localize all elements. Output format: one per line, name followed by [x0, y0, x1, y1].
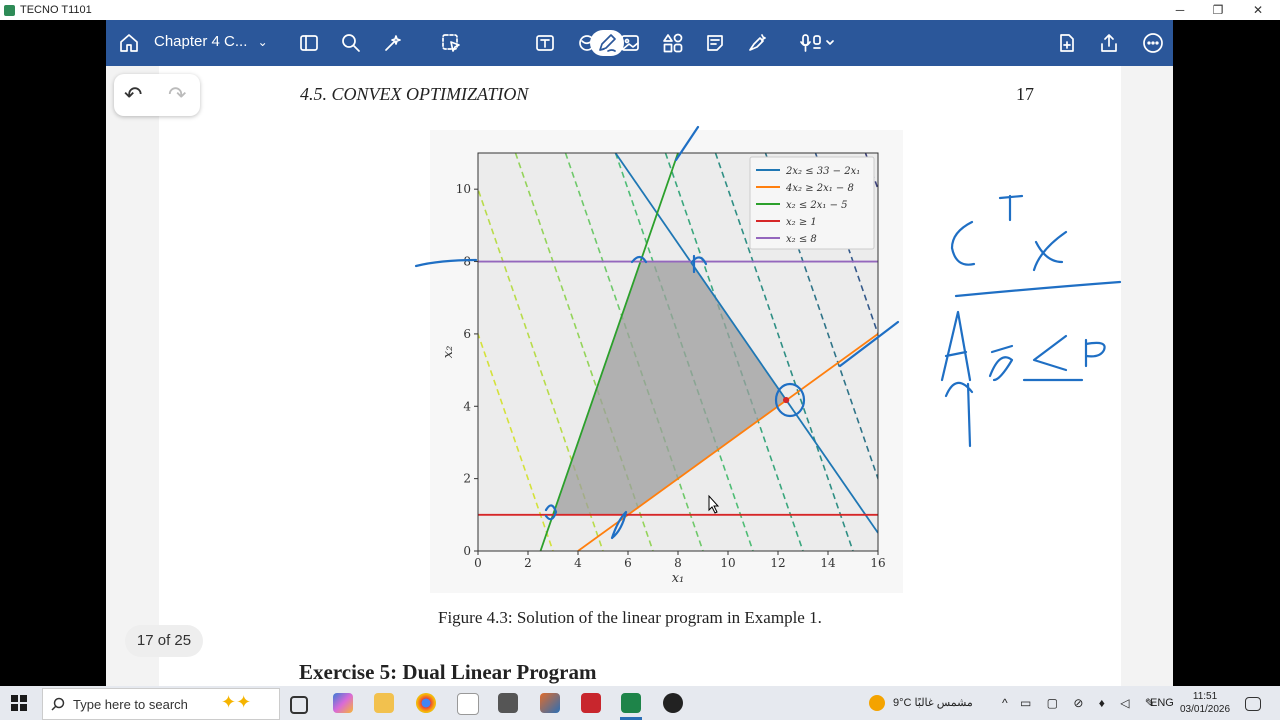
copilot-app-icon[interactable]: [333, 693, 353, 713]
x-tick-label: 14: [820, 556, 836, 570]
running-head: 4.5. CONVEX OPTIMIZATION: [300, 84, 529, 104]
chevron-down-icon: ⌄: [257, 35, 268, 49]
document-title[interactable]: Chapter 4 C... ⌄: [154, 33, 268, 50]
x-tick-label: 6: [624, 556, 632, 570]
task-view-icon[interactable]: [290, 696, 308, 714]
selection-icon: [442, 34, 460, 52]
undo-button[interactable]: ↶: [124, 82, 142, 108]
clock[interactable]: 11:51 03/01/2026: [1180, 690, 1230, 716]
y-tick-label: 8: [463, 255, 471, 269]
search-placeholder: Type here to search: [73, 696, 188, 712]
matlab-icon[interactable]: [540, 693, 560, 713]
highlighter-icon: [749, 34, 766, 51]
copilot-sparkle-icon[interactable]: ✦✦: [221, 692, 251, 713]
add-page-button[interactable]: [1054, 30, 1080, 56]
exercise-heading: Exercise 5: Dual Linear Program: [299, 660, 597, 684]
mathtype-icon[interactable]: [457, 693, 479, 715]
x-tick-label: 10: [720, 556, 735, 570]
legend-label: 2x₂ ≤ 33 − 2x₁: [785, 166, 860, 177]
legend-label: x₂ ≤ 2x₁ − 5: [786, 200, 848, 211]
weather-icon[interactable]: [869, 695, 885, 711]
optimum-point: [783, 397, 790, 404]
weather-text[interactable]: 9°C مشمس غالبًا: [893, 686, 973, 720]
calculator-icon[interactable]: [498, 693, 518, 713]
y-tick-label: 4: [463, 399, 471, 413]
home-icon: [120, 34, 138, 52]
shapes-button[interactable]: [574, 30, 600, 56]
notifications-icon[interactable]: [1245, 697, 1261, 711]
panel-icon: [300, 35, 318, 51]
chrome-icon[interactable]: [416, 693, 436, 713]
x-tick-label: 12: [770, 556, 785, 570]
more-icon: [1143, 33, 1163, 53]
page-indicator: 17 of 25: [125, 625, 203, 657]
system-tray-icons[interactable]: ▭ ▢ ⊘ ♦ ◁ ✎: [1020, 686, 1161, 720]
notes-app-icon[interactable]: [621, 693, 641, 713]
search-button[interactable]: [338, 30, 364, 56]
x-tick-label: 16: [870, 556, 885, 570]
add-page-icon: [1060, 34, 1074, 52]
app-icon: [4, 4, 15, 16]
x-tick-label: 8: [674, 556, 682, 570]
tray-overflow-icon[interactable]: ^: [1002, 686, 1008, 720]
search-icon: [51, 697, 65, 711]
windows-start-icon[interactable]: [11, 695, 27, 711]
redo-button[interactable]: ↷: [168, 82, 186, 108]
shapes-icon: [579, 35, 595, 51]
lp-chart: 0 2 4 6 8 10 12 14 16 0 2 4 6 8 10 x₁ x₂ 2x₂ ≤ 33 − 2x₁ 4x…: [441, 152, 886, 586]
note-icon: [707, 35, 723, 51]
elements-button[interactable]: [660, 30, 686, 56]
y-tick-label: 10: [456, 182, 471, 196]
close-button[interactable]: ✕: [1240, 0, 1276, 20]
y-tick-label: 0: [463, 544, 471, 558]
x-axis-label: x₁: [672, 571, 685, 586]
sidebar-toggle-button[interactable]: [296, 30, 322, 56]
legend-label: 4x₂ ≥ 2x₁ − 8: [785, 183, 854, 194]
page-number: 17: [1016, 84, 1034, 104]
more-options-button[interactable]: [1140, 30, 1166, 56]
y-axis-label: x₂: [441, 346, 456, 359]
sticky-note-button[interactable]: [702, 30, 728, 56]
legend-label: x₂ ≥ 1: [786, 217, 817, 228]
search-icon: [342, 34, 360, 52]
clock-time: 11:51: [1192, 691, 1218, 702]
ai-pen-button[interactable]: [380, 30, 406, 56]
window-titlebar: TECNO T1101 ─ ❐ ✕: [0, 0, 1280, 20]
text-tool-button[interactable]: [532, 30, 558, 56]
legend-label: x₂ ≤ 8: [786, 234, 817, 245]
select-button[interactable]: [438, 30, 464, 56]
figure-4-3: 0 2 4 6 8 10 12 14 16 0 2 4 6 8 10 x₁ x₂ 2x₂ ≤ 33 − 2x₁ 4x…: [430, 130, 903, 593]
x-tick-label: 4: [574, 556, 582, 570]
app-toolbar: Chapter 4 C... ⌄: [106, 20, 1173, 66]
figure-caption: Figure 4.3: Solution of the linear progr…: [438, 608, 822, 627]
clock-date: 03/01/2026: [1180, 704, 1231, 715]
window-title: TECNO T1101: [20, 4, 92, 16]
taskbar-search[interactable]: Type here to search ✦✦: [42, 688, 280, 720]
highlighter-button[interactable]: [744, 30, 770, 56]
language-indicator[interactable]: ENG: [1150, 686, 1174, 720]
x-tick-label: 2: [524, 556, 532, 570]
share-button[interactable]: [1096, 30, 1122, 56]
image-button[interactable]: [617, 30, 643, 56]
microphone-icon: [800, 34, 834, 52]
image-icon: [621, 35, 639, 51]
y-tick-label: 2: [463, 472, 471, 486]
audio-button[interactable]: [798, 30, 838, 56]
sparkle-pen-icon: [385, 35, 401, 51]
text-box-icon: [536, 35, 554, 51]
share-icon: [1101, 34, 1117, 52]
file-explorer-icon[interactable]: [374, 693, 394, 713]
windows-taskbar: Type here to search ✦✦ 9°C مشمس غالبًا ^…: [0, 686, 1280, 720]
restore-button[interactable]: ❐: [1200, 0, 1236, 20]
x-tick-label: 0: [474, 556, 482, 570]
document-title-text: Chapter 4 C...: [154, 33, 248, 50]
zotero-icon[interactable]: [581, 693, 601, 713]
elements-icon: [663, 33, 683, 53]
home-button[interactable]: [116, 30, 142, 56]
undo-redo-panel: ↶ ↷: [114, 74, 200, 116]
y-tick-label: 6: [463, 327, 471, 341]
minimize-button[interactable]: ─: [1162, 0, 1198, 20]
obs-icon[interactable]: [663, 693, 683, 713]
